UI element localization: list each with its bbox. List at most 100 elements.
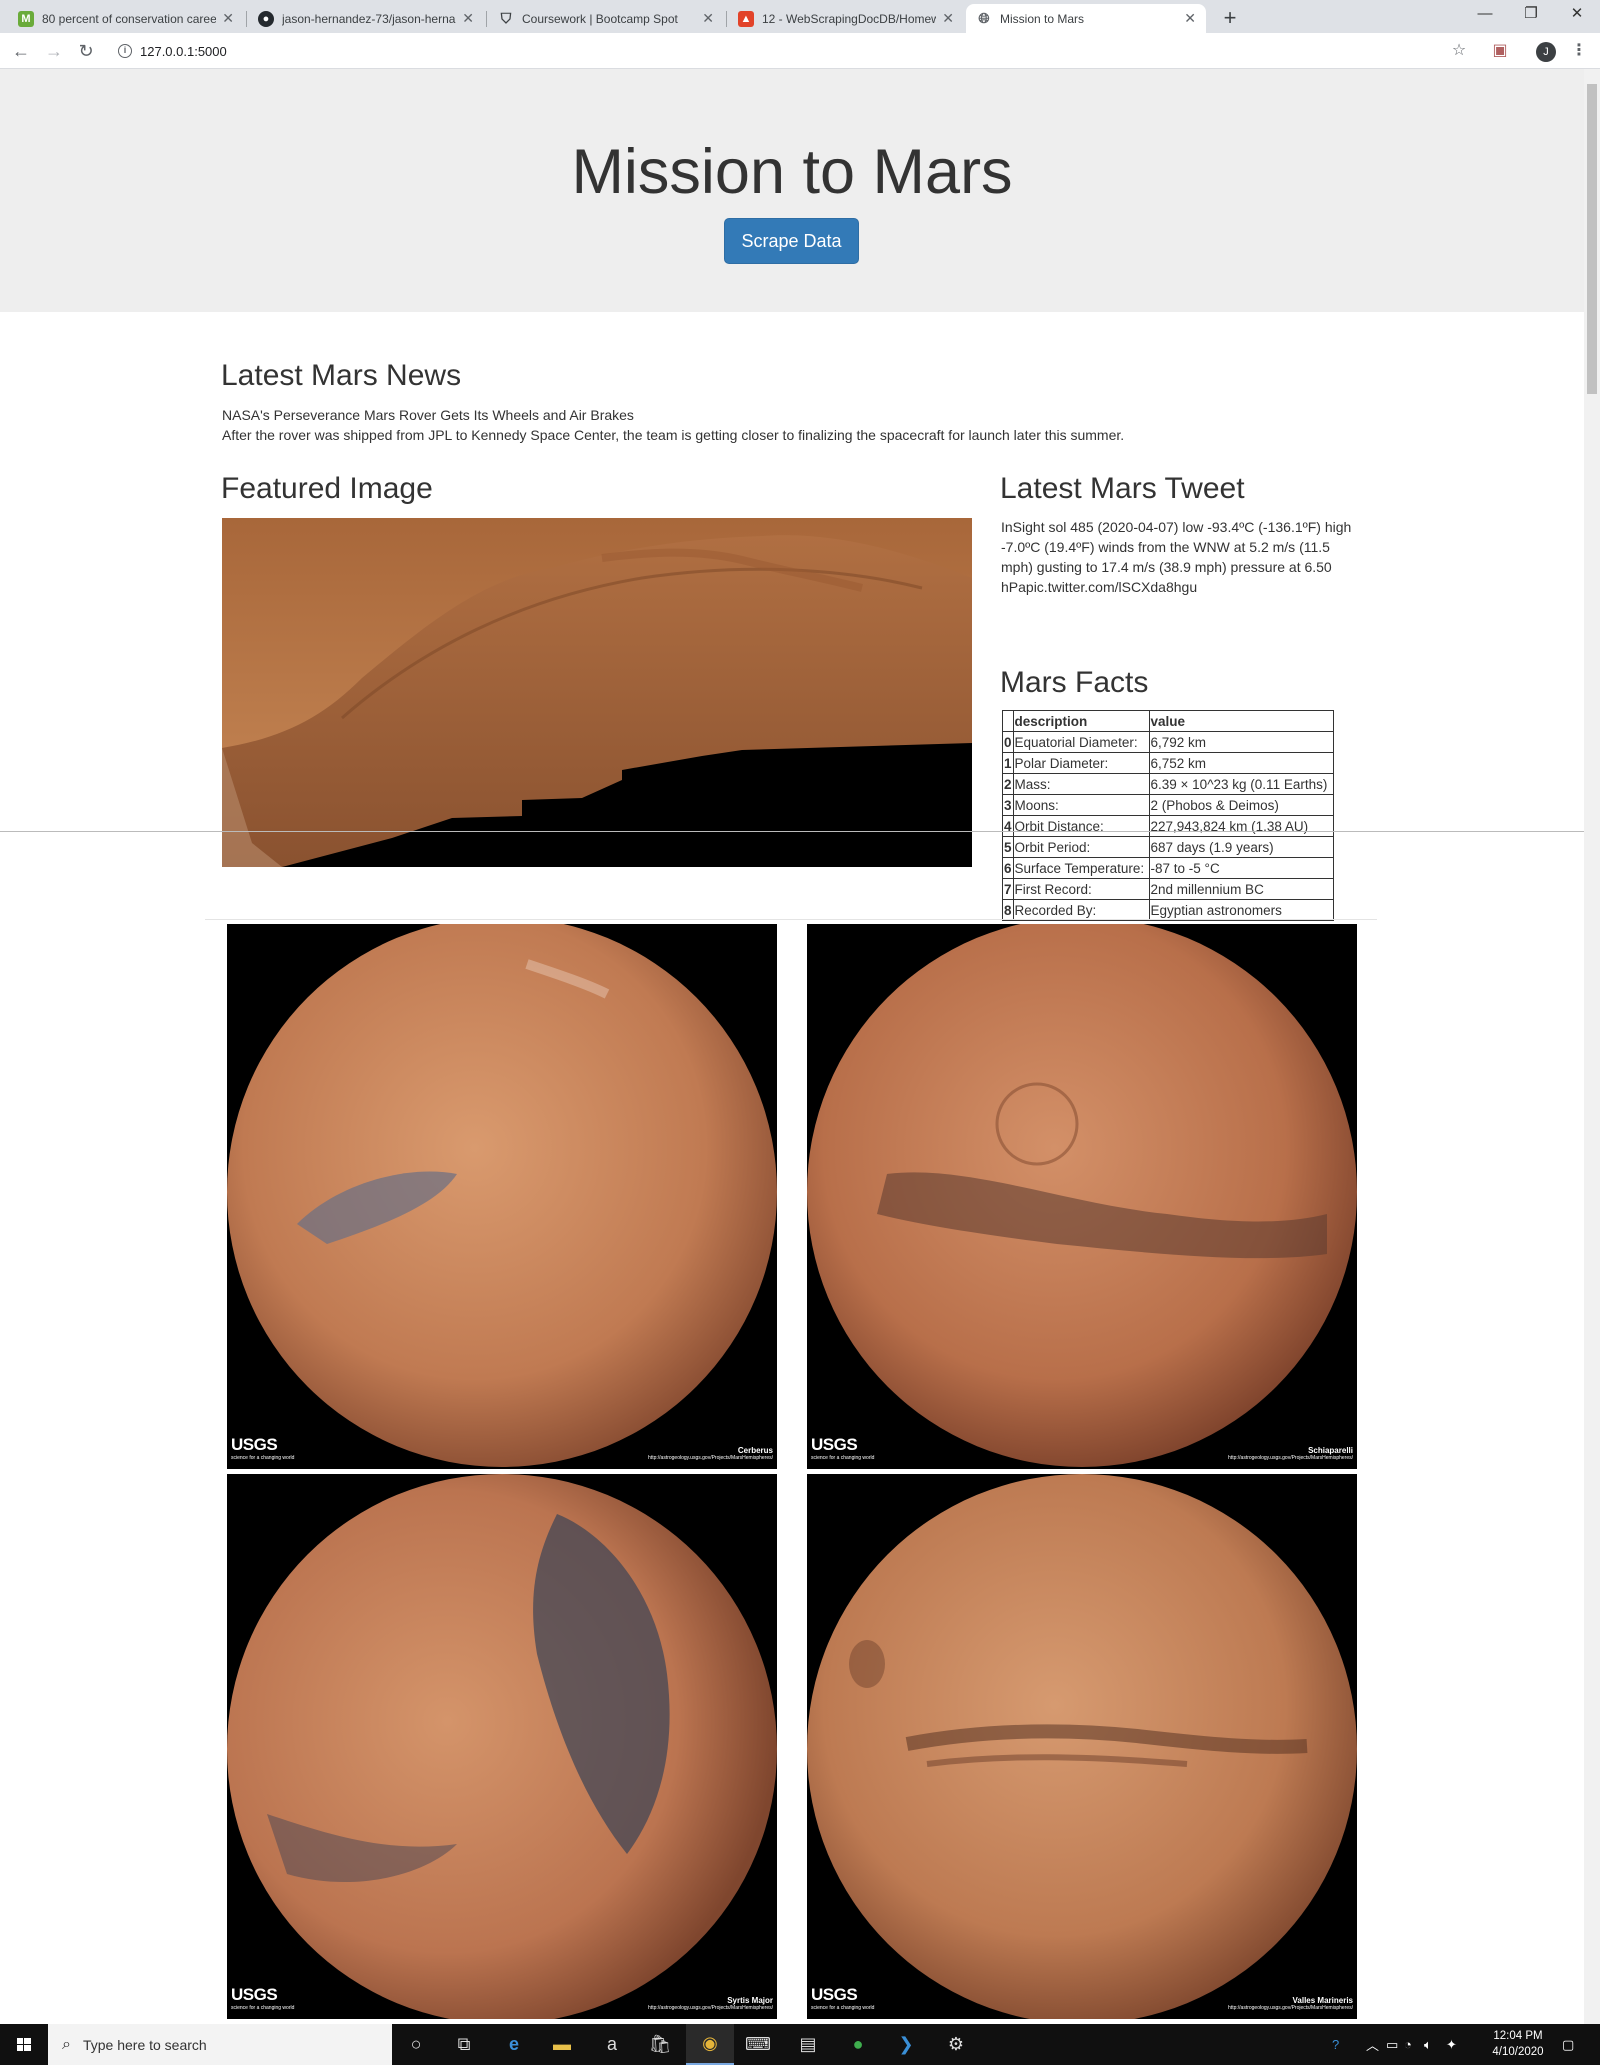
notifications-icon[interactable]: ▢ [1562, 2024, 1574, 2065]
table-row: 5 Orbit Period: 687 days (1.9 years) [1002, 836, 1334, 858]
close-icon[interactable]: ✕ [462, 10, 474, 27]
scrollbar-thumb[interactable] [1587, 84, 1597, 394]
browser-tab[interactable]: ▲ 12 - WebScrapingDocDB/Homew ✕ [728, 4, 964, 33]
latest-tweet-text: InSight sol 485 (2020-04-07) low -93.4ºC… [1001, 519, 1352, 595]
mars-globe-art [227, 924, 777, 1467]
url-text[interactable]: 127.0.0.1:5000 [140, 44, 227, 59]
search-icon: ⌕ [62, 2035, 71, 2053]
table-cell: First Record: [1012, 878, 1150, 900]
browser-tab[interactable]: ⛉ Coursework | Bootcamp Spot ✕ [488, 4, 724, 33]
volume-icon[interactable]: 🔈︎ [1424, 2024, 1432, 2065]
info-icon[interactable]: i [118, 44, 132, 58]
vscode-icon[interactable]: ❯ [882, 2024, 930, 2065]
forward-arrow-icon[interactable]: → [42, 39, 66, 63]
page-title: Mission to Mars [571, 137, 1013, 207]
browser-toolbar: ← → ↻ i 127.0.0.1:5000 ☆ ▣ ⋮ [0, 33, 1600, 69]
mongodb-icon[interactable]: ● [834, 2024, 882, 2065]
file-explorer-icon[interactable]: ▬ [538, 2024, 586, 2065]
close-icon[interactable]: ✕ [702, 10, 714, 27]
bookmark-star-icon[interactable]: ☆ [1448, 40, 1470, 62]
hemisphere-caption: Syrtis Major http://astrogeology.usgs.gov… [648, 1996, 773, 2011]
table-cell: Egyptian astronomers [1148, 899, 1334, 921]
reload-icon[interactable]: ↻ [74, 39, 98, 63]
jumbotron: Mission to Mars Scrape Data [0, 69, 1584, 312]
hemisphere-caption: Valles Marineris http://astrogeology.usgs… [1228, 1996, 1353, 2011]
hemisphere-container-border [205, 919, 1377, 920]
medium-icon: M [18, 10, 34, 27]
tweet-heading: Latest Mars Tweet [1000, 472, 1245, 505]
clock-time: 12:04 PM [1493, 2030, 1543, 2042]
chrome-icon[interactable]: ◉ [686, 2024, 734, 2065]
tab-title: Mission to Mars [1000, 11, 1085, 26]
featured-image [222, 518, 972, 867]
window-close-button[interactable]: ✕ [1554, 0, 1600, 30]
table-cell: 6,792 km [1148, 731, 1334, 753]
edge-icon[interactable]: e [490, 2024, 538, 2065]
mars-globe-art [807, 924, 1357, 1467]
tray-expand-icon[interactable]: ︿ [1366, 2024, 1379, 2065]
battery-icon[interactable]: ▭ [1386, 2024, 1398, 2065]
close-icon[interactable]: ✕ [222, 10, 234, 27]
new-tab-button[interactable]: + [1216, 4, 1244, 32]
tab-title: Coursework | Bootcamp Spot [522, 11, 678, 26]
terminal-icon[interactable]: ▤ [784, 2024, 832, 2065]
table-row: 4 Orbit Distance: 227,943,824 km (1.38 AU) [1002, 815, 1334, 837]
mars-globe-art [807, 1474, 1357, 2019]
facts-heading: Mars Facts [1000, 666, 1149, 699]
table-row: 0 Equatorial Diameter: 6,792 km [1002, 731, 1334, 753]
table-cell: Orbit Distance: [1012, 815, 1150, 837]
table-cell: 687 days (1.9 years) [1148, 836, 1334, 858]
usgs-logo: USGS science for a changing world [811, 1435, 875, 1461]
jupyter-icon[interactable]: ⚙ [932, 2024, 980, 2065]
cortana-icon[interactable]: ○ [392, 2024, 440, 2065]
keyboard-app-icon[interactable]: ⌨ [734, 2024, 782, 2065]
browser-tab[interactable]: ● jason-hernandez-73/jason-herna ✕ [248, 4, 484, 33]
table-cell: 2nd millennium BC [1148, 878, 1334, 900]
scrape-data-button[interactable]: Scrape Data [724, 218, 859, 264]
wifi-icon[interactable]: ◔ [1404, 2024, 1412, 2065]
mars-facts-table: description value 0 Equatorial Diameter: 6… [1002, 710, 1334, 921]
help-icon[interactable]: ? [1332, 2024, 1339, 2065]
table-cell: 5 [1002, 836, 1014, 858]
browser-tab-active[interactable]: 🌐︎ Mission to Mars ✕ [966, 4, 1206, 33]
windows-start-button[interactable] [0, 2024, 48, 2065]
table-cell: 3 [1002, 794, 1014, 816]
amazon-icon[interactable]: a [588, 2024, 636, 2065]
github-icon: ● [258, 10, 274, 27]
taskbar-search-box[interactable]: ⌕ Type here to search [48, 2024, 392, 2065]
table-cell: Equatorial Diameter: [1012, 731, 1150, 753]
back-arrow-icon[interactable]: ← [9, 39, 33, 63]
page-scrollbar[interactable] [1584, 69, 1600, 2024]
table-header: description [1012, 710, 1150, 732]
profile-avatar[interactable]: J [1536, 42, 1556, 62]
globe-icon: 🌐︎ [978, 10, 990, 26]
pdf-extension-icon[interactable]: ▣ [1489, 40, 1511, 62]
dropbox-icon[interactable]: ✦ [1446, 2024, 1457, 2065]
restore-button[interactable]: ❐ [1508, 0, 1554, 30]
featured-image-heading: Featured Image [221, 472, 433, 505]
browser-tab[interactable]: M 80 percent of conservation caree ✕ [8, 4, 244, 33]
clock-date: 4/10/2020 [1492, 2046, 1544, 2058]
taskbar-clock[interactable]: 12:04 PM 4/10/2020 [1482, 2028, 1554, 2060]
table-cell: Recorded By: [1012, 899, 1150, 921]
table-row: 2 Mass: 6.39 × 10^23 kg (0.11 Earths) [1002, 773, 1334, 795]
table-cell: Polar Diameter: [1012, 752, 1150, 774]
hemisphere-image-valles-marineris: USGS science for a changing world Valles … [807, 1474, 1357, 2019]
store-icon[interactable]: 🛍︎ [636, 2024, 684, 2065]
gitlab-icon: ▲ [738, 10, 754, 27]
table-cell: 4 [1002, 815, 1014, 837]
news-title: NASA's Perseverance Mars Rover Gets Its … [222, 407, 634, 423]
table-cell: 227,943,824 km (1.38 AU) [1148, 815, 1334, 837]
task-view-icon[interactable]: ⧉ [440, 2024, 488, 2065]
minimize-button[interactable]: — [1462, 0, 1508, 30]
hemisphere-image-schiaparelli: USGS science for a changing world Schiapa… [807, 924, 1357, 1469]
close-icon[interactable]: ✕ [942, 10, 954, 27]
table-cell: Surface Temperature: [1012, 857, 1150, 879]
address-bar[interactable]: i 127.0.0.1:5000 [108, 37, 1468, 65]
table-cell: Moons: [1012, 794, 1150, 816]
page-viewport: Mission to Mars Scrape Data Latest Mars … [0, 69, 1584, 2024]
table-cell: 2 (Phobos & Deimos) [1148, 794, 1334, 816]
close-icon[interactable]: ✕ [1184, 10, 1196, 27]
table-row: 1 Polar Diameter: 6,752 km [1002, 752, 1334, 774]
menu-kebab-icon[interactable]: ⋮ [1568, 40, 1590, 62]
